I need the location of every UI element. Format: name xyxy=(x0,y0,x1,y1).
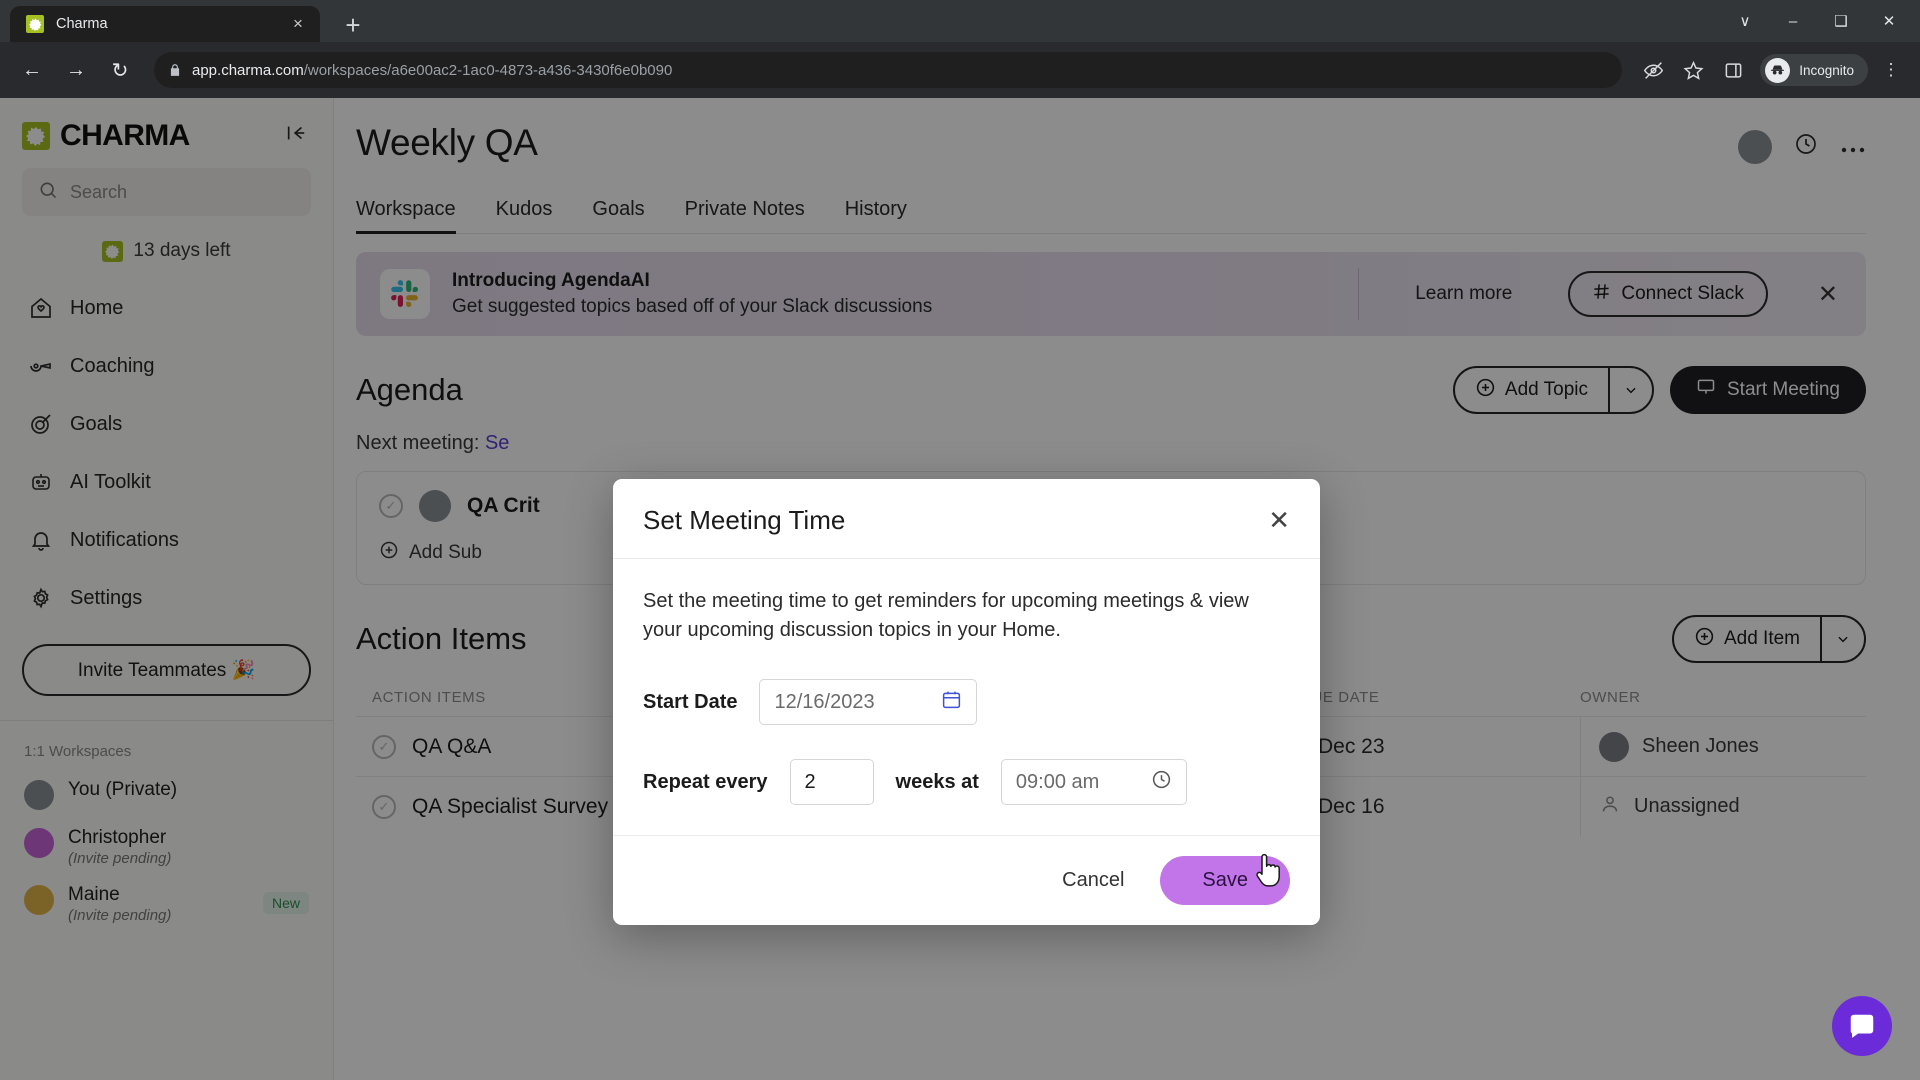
minimize-button[interactable]: – xyxy=(1770,4,1816,38)
tab-search-icon[interactable]: ∨ xyxy=(1722,4,1768,38)
close-window-button[interactable]: ✕ xyxy=(1866,4,1912,38)
eye-slash-icon[interactable] xyxy=(1636,53,1670,87)
browser-tab[interactable]: Charma × xyxy=(10,6,320,42)
url-path: /workspaces/a6e00ac2-1ac0-4873-a436-3430… xyxy=(303,61,673,79)
calendar-icon[interactable] xyxy=(941,689,962,715)
new-tab-button[interactable]: + xyxy=(334,8,372,42)
page-content: CHARMA 13 days left xyxy=(0,98,1920,1080)
set-meeting-time-dialog: Set Meeting Time ✕ Set the meeting time … xyxy=(613,479,1320,925)
clock-icon[interactable] xyxy=(1151,769,1172,795)
browser-tabstrip: Charma × + ∨ – ❑ ✕ xyxy=(0,0,1920,42)
url-text: app.charma.com/workspaces/a6e00ac2-1ac0-… xyxy=(192,62,672,79)
back-button[interactable]: ← xyxy=(12,50,52,90)
forward-button[interactable]: → xyxy=(56,50,96,90)
repeat-unit-label: weeks at xyxy=(895,770,979,793)
star-icon[interactable] xyxy=(1676,53,1710,87)
meeting-time-input[interactable]: 09:00 am xyxy=(1000,759,1187,805)
url-domain: app.charma.com xyxy=(192,61,304,79)
profile-label: Incognito xyxy=(1799,62,1854,78)
window-controls: ∨ – ❑ ✕ xyxy=(1722,4,1912,38)
start-date-label: Start Date xyxy=(643,690,738,713)
repeat-every-label: Repeat every xyxy=(643,770,768,793)
side-panel-icon[interactable] xyxy=(1716,53,1750,87)
address-bar[interactable]: app.charma.com/workspaces/a6e00ac2-1ac0-… xyxy=(154,52,1623,88)
browser-menu-button[interactable]: ⋮ xyxy=(1874,53,1908,87)
repeat-interval-value: 2 xyxy=(804,770,816,793)
cancel-button[interactable]: Cancel xyxy=(1036,857,1150,904)
browser-toolbar: ← → ↻ app.charma.com/workspaces/a6e00ac2… xyxy=(0,42,1920,98)
dialog-title: Set Meeting Time xyxy=(643,505,846,535)
save-button[interactable]: Save xyxy=(1160,856,1290,905)
incognito-hat-icon xyxy=(1765,57,1791,83)
reload-button[interactable]: ↻ xyxy=(100,50,140,90)
start-date-input[interactable]: 12/16/2023 xyxy=(759,679,978,725)
lock-icon xyxy=(168,63,182,77)
browser-tab-title: Charma xyxy=(56,16,108,32)
meeting-time-value: 09:00 am xyxy=(1015,770,1100,793)
maximize-button[interactable]: ❑ xyxy=(1818,4,1864,38)
repeat-interval-input[interactable]: 2 xyxy=(789,759,874,805)
charma-logo-icon xyxy=(26,15,44,33)
close-tab-icon[interactable]: × xyxy=(286,12,310,36)
profile-chip[interactable]: Incognito xyxy=(1760,54,1868,86)
close-dialog-icon[interactable]: ✕ xyxy=(1268,505,1290,536)
start-date-value: 12/16/2023 xyxy=(774,690,875,713)
messenger-icon[interactable] xyxy=(1832,996,1892,1056)
browser-window: Charma × + ∨ – ❑ ✕ ← → ↻ app.charma.com/… xyxy=(0,0,1920,1080)
dialog-description: Set the meeting time to get reminders fo… xyxy=(643,590,1249,641)
